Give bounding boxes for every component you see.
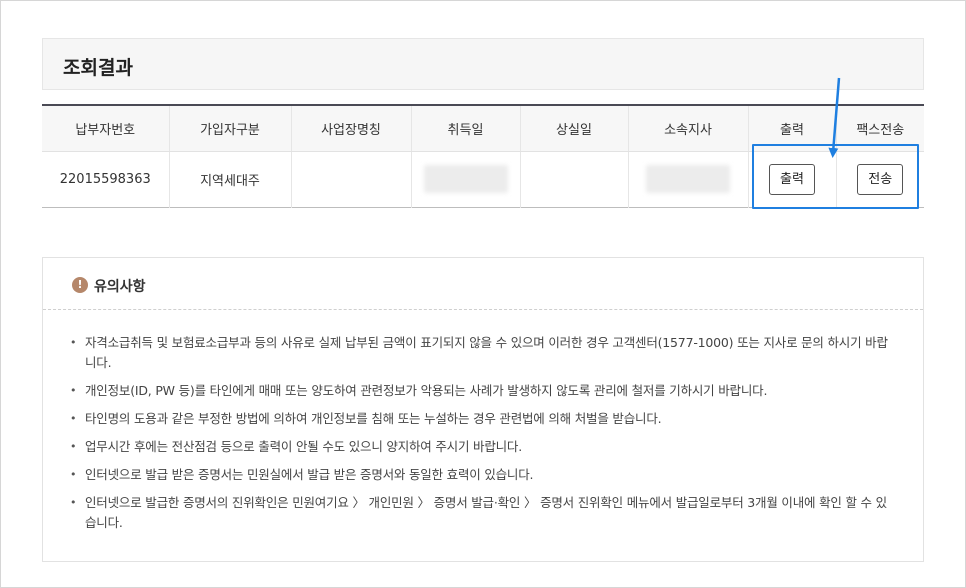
cell-payer-no: 22015598363 (42, 151, 169, 207)
col-header-branch: 소속지사 (627, 105, 748, 152)
cell-fax: 전송 (835, 151, 924, 207)
table-row: 22015598363 지역세대주 출력 전송 (42, 151, 924, 207)
notice-item: 인터넷으로 발급 받은 증명서는 민원실에서 발급 받은 증명서와 동일한 효력… (70, 465, 890, 485)
col-header-payer-no: 납부자번호 (42, 105, 169, 152)
notice-title: 유의사항 (94, 279, 146, 295)
notice-item: 업무시간 후에는 전산점검 등으로 출력이 안될 수도 있으니 양지하여 주시기… (70, 437, 890, 457)
col-header-loss-date: 상실일 (519, 105, 628, 152)
result-table: 납부자번호 가입자구분 사업장명칭 취득일 상실일 소속지사 출력 팩스전송 2… (42, 104, 924, 208)
notice-box: ! 유의사항 자격소급취득 및 보험료소급부과 등의 사유로 실제 납부된 금액… (42, 257, 924, 562)
cell-subscriber-type: 지역세대주 (168, 151, 291, 207)
col-header-subscriber-type: 가입자구분 (168, 105, 291, 152)
col-header-print: 출력 (747, 105, 836, 152)
col-header-acquisition-date: 취득일 (410, 105, 520, 152)
cell-acquisition-date (410, 151, 520, 207)
col-header-fax: 팩스전송 (835, 105, 924, 152)
cell-print: 출력 (747, 151, 836, 207)
fax-send-button[interactable]: 전송 (857, 163, 904, 195)
cell-branch (627, 151, 748, 207)
cell-loss-date (519, 151, 628, 207)
notice-header: ! 유의사항 (43, 258, 923, 310)
notice-item: 타인명의 도용과 같은 부정한 방법에 의하여 개인정보를 침해 또는 누설하는… (70, 409, 890, 429)
notice-list: 자격소급취득 및 보험료소급부과 등의 사유로 실제 납부된 금액이 표기되지 … (70, 333, 890, 541)
redacted-branch (646, 165, 730, 193)
print-button[interactable]: 출력 (769, 163, 815, 195)
notice-item: 인터넷으로 발급한 증명서의 진위확인은 민원여기요 〉 개인민원 〉 증명서 … (70, 493, 890, 533)
redacted-acquisition-date (423, 165, 508, 193)
notice-item: 자격소급취득 및 보험료소급부과 등의 사유로 실제 납부된 금액이 표기되지 … (70, 333, 890, 373)
result-title: 조회결과 (63, 57, 133, 79)
col-header-workplace-name: 사업장명칭 (290, 105, 411, 152)
notice-item: 개인정보(ID, PW 등)를 타인에게 매매 또는 양도하여 관련정보가 악용… (70, 381, 890, 401)
cell-workplace-name (290, 151, 411, 207)
exclamation-icon: ! (72, 277, 88, 293)
result-header: 조회결과 (42, 38, 924, 90)
page-frame: 조회결과 납부자번호 가입자구분 사업장명칭 취득일 상실일 소속지사 출력 팩… (0, 0, 966, 588)
table-header-row: 납부자번호 가입자구분 사업장명칭 취득일 상실일 소속지사 출력 팩스전송 (42, 105, 924, 152)
